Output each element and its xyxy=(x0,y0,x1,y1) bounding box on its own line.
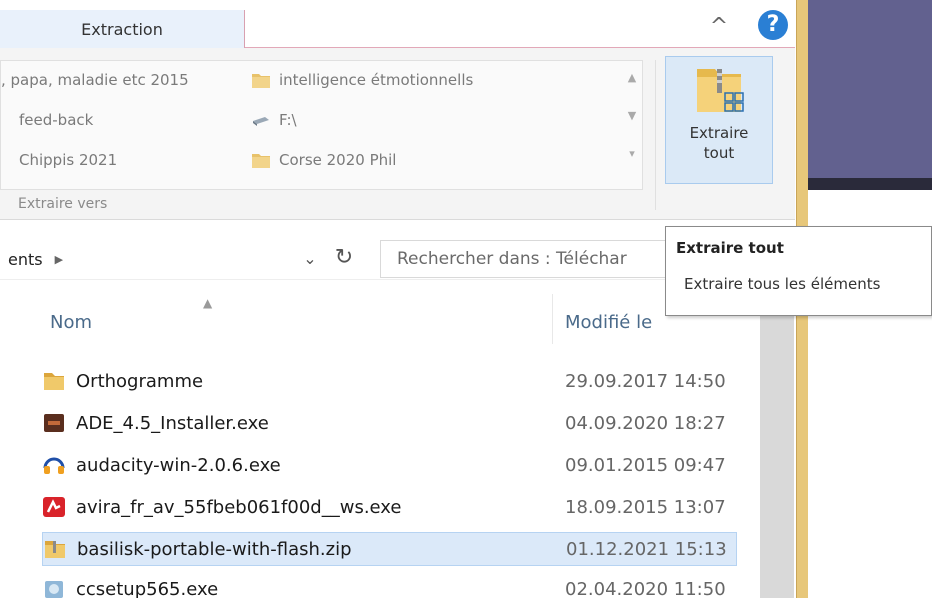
file-date: 01.12.2021 15:13 xyxy=(566,538,727,560)
ccleaner-icon xyxy=(45,581,63,598)
table-row[interactable]: Orthogramme 29.09.2017 14:50 xyxy=(42,364,737,398)
gallery-item-label: feed-back xyxy=(19,111,94,129)
usb-drive-icon xyxy=(253,117,269,126)
file-date: 29.09.2017 14:50 xyxy=(565,370,726,392)
ribbon-group-label: Extraire vers xyxy=(18,196,108,212)
tab-extraction[interactable]: Extraction xyxy=(0,10,245,48)
vertical-scrollbar[interactable] xyxy=(760,300,794,598)
folder-icon xyxy=(44,373,64,390)
table-row-selected[interactable]: basilisk-portable-with-flash.zip 01.12.2… xyxy=(42,532,737,566)
gallery-item-label: Chippis 2021 xyxy=(19,151,118,169)
gallery-item[interactable]: intelligence étmotionnells xyxy=(251,71,473,89)
address-history-chevron-down-icon[interactable]: ⌄ xyxy=(296,246,324,272)
file-date: 04.09.2020 18:27 xyxy=(565,412,726,434)
gallery-item[interactable]: feed-back xyxy=(19,111,93,129)
table-row[interactable]: ADE_4.5_Installer.exe 04.09.2020 18:27 xyxy=(42,406,737,440)
file-name: audacity-win-2.0.6.exe xyxy=(76,454,281,476)
file-name: ADE_4.5_Installer.exe xyxy=(76,412,269,434)
breadcrumb-segment[interactable]: ents xyxy=(8,250,43,269)
file-name: ccsetup565.exe xyxy=(76,578,219,598)
collapse-ribbon-chevron-up-icon[interactable]: ^ xyxy=(706,14,732,40)
ribbon-group-separator xyxy=(655,60,656,210)
zip-folder-icon xyxy=(697,69,744,112)
gallery-item-label: intelligence étmotionnells xyxy=(279,71,474,89)
column-header-modified[interactable]: Modifié le xyxy=(565,312,652,333)
table-row[interactable]: audacity-win-2.0.6.exe 09.01.2015 09:47 xyxy=(42,448,737,482)
gallery-item-label: , papa, maladie etc 2015 xyxy=(1,71,189,89)
background-window xyxy=(808,0,932,178)
file-name: basilisk-portable-with-flash.zip xyxy=(77,538,352,560)
avira-icon xyxy=(43,497,65,517)
gallery-scroll-up-icon[interactable]: ▲ xyxy=(621,65,643,91)
gallery-item-label: Corse 2020 Phil xyxy=(279,151,397,169)
file-date: 09.01.2015 09:47 xyxy=(565,454,726,476)
installer-icon xyxy=(44,414,64,432)
gallery-item-label: F:\ xyxy=(279,111,297,129)
gallery-item[interactable]: Chippis 2021 xyxy=(19,151,117,169)
file-date: 18.09.2015 13:07 xyxy=(565,496,726,518)
gallery-scroll-down-icon[interactable]: ▼ xyxy=(621,103,643,129)
gallery-expand-icon[interactable]: ▾ xyxy=(621,141,643,167)
sort-ascending-icon: ▲ xyxy=(203,296,213,310)
column-header-name[interactable]: Nom xyxy=(50,312,92,333)
file-name: avira_fr_av_55fbeb061f00d__ws.exe xyxy=(76,496,402,518)
gallery-item[interactable]: , papa, maladie etc 2015 xyxy=(1,71,189,89)
table-row[interactable]: ccsetup565.exe 02.04.2020 11:50 xyxy=(42,572,737,598)
tooltip-description: Extraire tous les éléments xyxy=(684,275,881,293)
tooltip: Extraire tout Extraire tous les éléments xyxy=(665,226,932,316)
search-placeholder: Rechercher dans : Téléchar xyxy=(397,249,627,269)
background-window-strip xyxy=(808,178,932,190)
column-separator[interactable] xyxy=(552,294,553,344)
file-date: 02.04.2020 11:50 xyxy=(565,578,726,598)
breadcrumb-chevron-right-icon[interactable]: ▶ xyxy=(55,253,63,266)
folder-icon xyxy=(252,74,270,88)
gallery-item[interactable]: Corse 2020 Phil xyxy=(251,151,396,169)
folder-icon xyxy=(252,154,270,168)
audacity-icon xyxy=(43,457,65,474)
gallery-item[interactable]: F:\ xyxy=(251,111,297,129)
help-icon[interactable]: ? xyxy=(758,10,788,40)
extract-all-button[interactable]: Extraire tout xyxy=(665,56,773,184)
search-input[interactable]: Rechercher dans : Téléchar xyxy=(380,240,680,278)
tooltip-title: Extraire tout xyxy=(676,239,784,257)
extract-to-gallery: , papa, maladie etc 2015 intelligence ét… xyxy=(0,60,643,190)
zip-folder-icon xyxy=(45,541,65,558)
refresh-icon[interactable]: ↻ xyxy=(324,242,364,274)
extract-all-label: Extraire tout xyxy=(689,124,749,162)
file-name: Orthogramme xyxy=(76,370,204,392)
table-row[interactable]: avira_fr_av_55fbeb061f00d__ws.exe 18.09.… xyxy=(42,490,737,524)
